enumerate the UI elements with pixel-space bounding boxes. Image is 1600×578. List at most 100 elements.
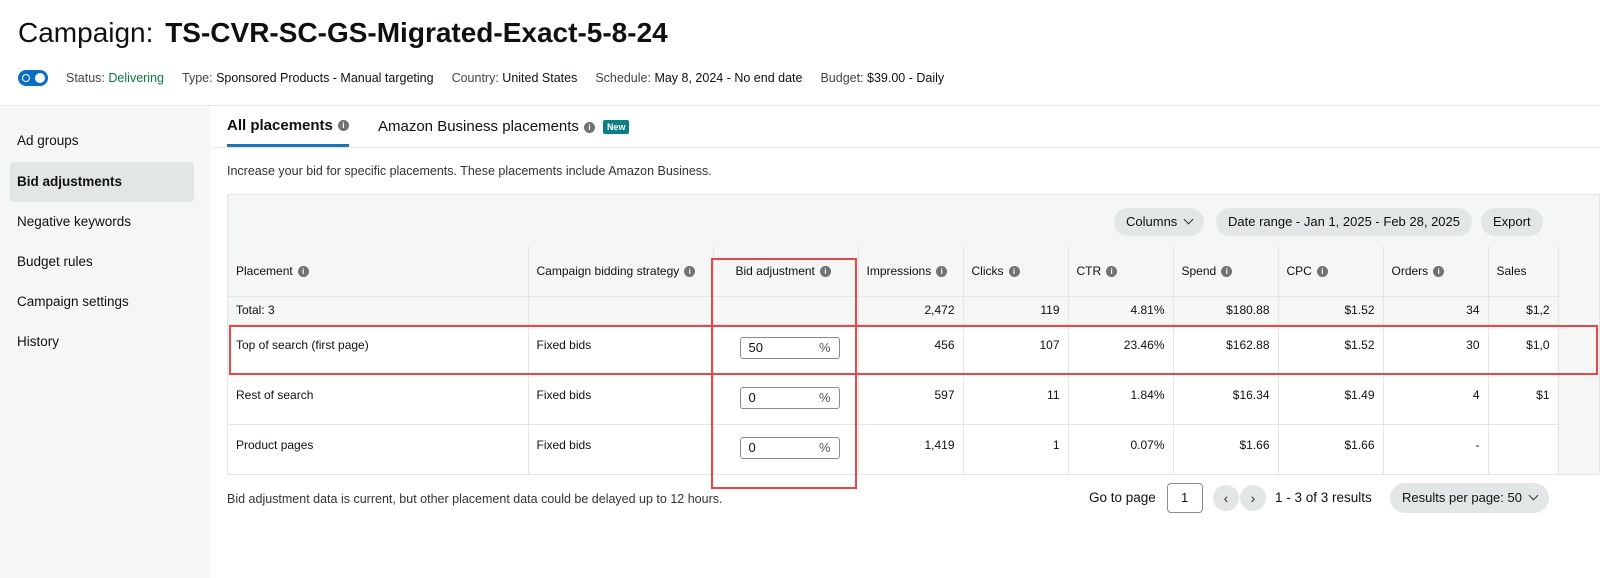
chevron-down-icon <box>1183 214 1194 225</box>
status-value: Delivering <box>108 71 164 85</box>
total-impressions: 2,472 <box>858 296 964 325</box>
spend-cell: $1.66 <box>1173 424 1279 474</box>
orders-cell: 4 <box>1383 374 1489 425</box>
budget-value: $39.00 - Daily <box>867 71 945 85</box>
table-row: Top of search (first page) Fixed bids 50… <box>228 324 1559 375</box>
spend-cell: $162.88 <box>1173 324 1279 375</box>
info-icon[interactable]: i <box>1106 266 1118 278</box>
info-icon[interactable]: i <box>819 266 831 278</box>
type-value: Sponsored Products - Manual targeting <box>216 71 434 85</box>
percent-suffix: % <box>818 389 831 405</box>
clicks-cell: 1 <box>963 424 1069 474</box>
go-to-page-label: Go to page <box>1089 490 1156 505</box>
info-icon[interactable]: i <box>337 120 349 131</box>
title-prefix: Campaign: <box>18 17 154 48</box>
type-item: Type: Sponsored Products - Manual target… <box>182 71 434 85</box>
type-label: Type: <box>182 71 213 85</box>
table-header-row: Placement i Campaign bidding strategy i Bi… <box>228 246 1559 297</box>
info-icon[interactable]: i <box>1008 266 1020 278</box>
country-item: Country: United States <box>452 71 578 85</box>
column-header-ctr[interactable]: CTR i <box>1068 246 1174 297</box>
budget-label: Budget: <box>820 71 864 85</box>
bid-adjustment-input[interactable]: 0 % <box>739 386 840 409</box>
chevron-down-icon <box>1528 490 1539 501</box>
columns-label: Columns <box>1126 214 1178 229</box>
previous-page-button[interactable]: ‹ <box>1213 485 1239 511</box>
clicks-cell: 107 <box>963 324 1069 375</box>
ctr-cell: 1.84% <box>1068 374 1174 425</box>
column-header-clicks[interactable]: Clicks i <box>963 246 1069 297</box>
campaign-meta: Status: Delivering Type: Sponsored Produ… <box>18 68 962 88</box>
column-header-bidding-strategy[interactable]: Campaign bidding strategy i <box>528 246 714 297</box>
column-header-impressions[interactable]: Impressions i <box>858 246 964 297</box>
bid-adjustment-cell: 0 % <box>713 424 859 474</box>
schedule-value: May 8, 2024 - No end date <box>654 71 803 85</box>
column-header-spend[interactable]: Spend i <box>1173 246 1279 297</box>
tab-all-placements[interactable]: All placements i <box>227 107 349 147</box>
date-range-button[interactable]: Date range - Jan 1, 2025 - Feb 28, 2025 <box>1216 208 1472 236</box>
clicks-cell: 11 <box>963 374 1069 425</box>
budget-item: Budget: $39.00 - Daily <box>820 71 944 85</box>
status-item: Status: Delivering <box>66 71 164 85</box>
sidebar-item-campaign-settings[interactable]: Campaign settings <box>10 282 194 322</box>
placements-table: Placement i Campaign bidding strategy i Bi… <box>228 246 1559 474</box>
sidebar-item-budget-rules[interactable]: Budget rules <box>10 242 194 282</box>
ctr-cell: 23.46% <box>1068 324 1174 375</box>
schedule-item: Schedule: May 8, 2024 - No end date <box>595 71 802 85</box>
page-number-input[interactable]: 1 <box>1167 483 1203 513</box>
total-cpc: $1.52 <box>1278 296 1384 325</box>
impressions-cell: 456 <box>858 324 964 375</box>
info-icon[interactable]: i <box>1221 266 1233 278</box>
columns-button[interactable]: Columns <box>1114 208 1205 236</box>
country-value: United States <box>502 71 578 85</box>
campaign-status-toggle[interactable] <box>18 70 48 86</box>
placement-tabs: All placements i Amazon Business placeme… <box>212 107 1600 148</box>
sidebar-item-history[interactable]: History <box>10 322 194 362</box>
ctr-cell: 0.07% <box>1068 424 1174 474</box>
column-header-bid-adjustment[interactable]: Bid adjustment i <box>713 246 859 297</box>
strategy-cell: Fixed bids <box>528 324 714 375</box>
placement-cell: Rest of search <box>228 374 529 425</box>
bid-value: 0 <box>748 389 756 405</box>
total-clicks: 119 <box>963 296 1069 325</box>
page-title: Campaign: TS-CVR-SC-GS-Migrated-Exact-5-… <box>18 16 668 50</box>
percent-suffix: % <box>818 439 831 455</box>
info-icon[interactable]: i <box>1316 266 1328 278</box>
total-spend: $180.88 <box>1173 296 1279 325</box>
data-delay-note: Bid adjustment data is current, but othe… <box>227 492 723 506</box>
bid-adjustment-cell: 0 % <box>713 374 859 425</box>
info-icon[interactable]: i <box>1433 266 1445 278</box>
column-header-cpc[interactable]: CPC i <box>1278 246 1384 297</box>
schedule-label: Schedule: <box>595 71 651 85</box>
sidebar-item-ad-groups[interactable]: Ad groups <box>10 121 194 161</box>
chevron-left-icon: ‹ <box>1223 490 1229 506</box>
info-icon[interactable]: i <box>297 266 309 278</box>
campaign-name: TS-CVR-SC-GS-Migrated-Exact-5-8-24 <box>165 17 668 48</box>
bid-adjustment-input[interactable]: 50 % <box>739 336 840 359</box>
bid-adjustment-input[interactable]: 0 % <box>739 436 840 459</box>
bid-adjustment-cell: 50 % <box>713 324 859 375</box>
status-label: Status: <box>66 71 105 85</box>
export-button[interactable]: Export <box>1481 208 1543 236</box>
new-badge: New <box>602 120 630 134</box>
placements-table-panel: Columns Date range - Jan 1, 2025 - Feb 2… <box>227 194 1600 475</box>
next-page-button[interactable]: › <box>1240 485 1266 511</box>
column-header-placement[interactable]: Placement i <box>228 246 529 297</box>
total-label: Total: 3 <box>228 296 529 325</box>
placement-cell: Top of search (first page) <box>228 324 529 375</box>
tab-amazon-business-placements[interactable]: Amazon Business placements i New <box>378 107 630 147</box>
sidebar: Ad groups Bid adjustments Negative keywo… <box>0 107 210 578</box>
results-per-page-select[interactable]: Results per page: 50 <box>1390 483 1549 513</box>
sidebar-item-bid-adjustments[interactable]: Bid adjustments <box>10 162 194 202</box>
total-orders: 34 <box>1383 296 1489 325</box>
placements-description: Increase your bid for specific placement… <box>227 164 712 178</box>
info-icon[interactable]: i <box>936 266 948 278</box>
cpc-cell: $1.52 <box>1278 324 1384 375</box>
column-header-sales[interactable]: Sales <box>1488 246 1559 297</box>
info-icon[interactable]: i <box>583 121 595 133</box>
bid-value: 50 <box>748 339 763 355</box>
cpc-cell: $1.49 <box>1278 374 1384 425</box>
column-header-orders[interactable]: Orders i <box>1383 246 1489 297</box>
info-icon[interactable]: i <box>684 266 696 278</box>
sidebar-item-negative-keywords[interactable]: Negative keywords <box>10 202 194 242</box>
